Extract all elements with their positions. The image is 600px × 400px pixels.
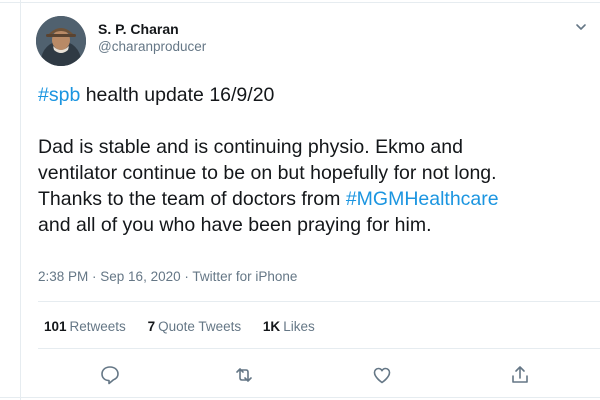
meta-separator: · (180, 269, 193, 284)
author-block: S. P. Charan @charanproducer (98, 20, 206, 56)
tweet-body-line-4: and all of you who have been praying for… (38, 214, 432, 236)
likes-label: Likes (283, 319, 315, 334)
quote-tweets-label: Quote Tweets (158, 319, 242, 334)
tweet-source[interactable]: Twitter for iPhone (192, 269, 297, 284)
likes-count: 1K (262, 319, 281, 334)
author-handle[interactable]: @charanproducer (98, 38, 206, 56)
avatar[interactable] (36, 16, 86, 66)
divider (38, 301, 600, 302)
action-bar (0, 363, 600, 387)
share-icon[interactable] (508, 363, 532, 387)
quote-tweets-stat[interactable]: 7 Quote Tweets (148, 319, 242, 334)
meta-separator: · (88, 269, 101, 284)
tweet-body-line-2: ventilator continue to be on but hopeful… (38, 162, 497, 184)
top-border (0, 2, 600, 3)
quote-tweets-count: 7 (147, 319, 156, 334)
tweet-meta: 2:38 PM · Sep 16, 2020 · Twitter for iPh… (38, 269, 297, 284)
heart-icon[interactable] (370, 363, 394, 387)
retweets-label: Retweets (69, 319, 126, 334)
tweet-body-line-3-text: Thanks to the team of doctors from (38, 188, 346, 210)
divider (38, 348, 600, 349)
retweets-count: 101 (44, 319, 67, 334)
tweet-body-line-3: Thanks to the team of doctors from #MGMH… (38, 186, 578, 212)
tweet-body-line-1: Dad is stable and is continuing physio. … (38, 136, 463, 158)
reply-icon[interactable] (98, 363, 122, 387)
avatar-image (36, 16, 86, 66)
author-display-name[interactable]: S. P. Charan (98, 20, 206, 38)
tweet-text: #spb health update 16/9/20 Dad is stable… (38, 82, 578, 238)
tweet-line-1: #spb health update 16/9/20 (38, 82, 578, 108)
retweets-stat[interactable]: 101 Retweets (44, 319, 126, 334)
retweet-icon[interactable] (232, 363, 256, 387)
chevron-down-icon[interactable] (574, 20, 588, 34)
tweet-stats: 101 Retweets 7 Quote Tweets 1K Likes (44, 319, 333, 334)
left-border (20, 0, 21, 400)
tweet-date[interactable]: Sep 16, 2020 (100, 269, 180, 284)
bottom-border (0, 397, 600, 398)
tweet-time[interactable]: 2:38 PM (38, 269, 88, 284)
hashtag-mgmhealthcare[interactable]: #MGMHealthcare (346, 188, 499, 210)
likes-stat[interactable]: 1K Likes (263, 319, 315, 334)
tweet-line-1-text: health update 16/9/20 (80, 84, 275, 106)
hashtag-spb[interactable]: #spb (38, 84, 80, 106)
